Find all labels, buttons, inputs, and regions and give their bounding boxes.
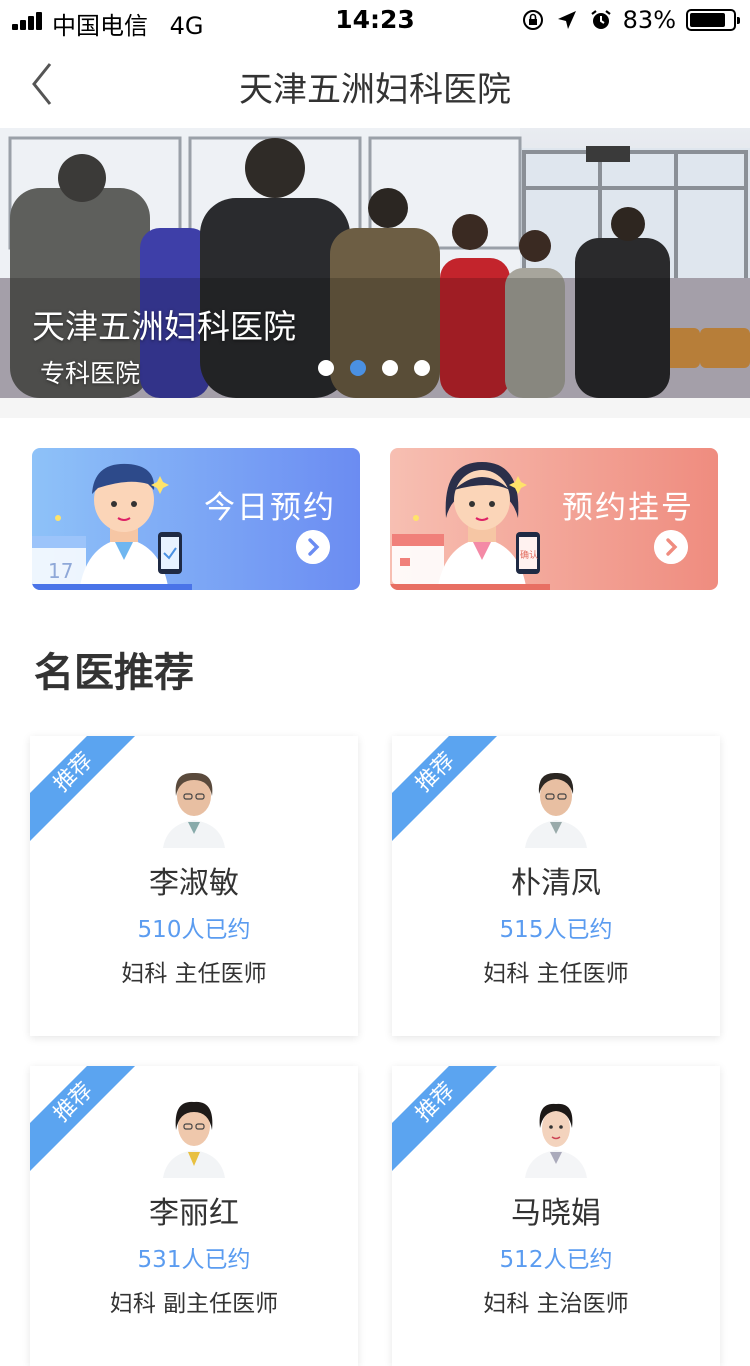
status-icons: 83% [521, 5, 740, 35]
doctor-name: 马晓娟 [511, 1196, 601, 1231]
doctor-card[interactable]: 推荐 李丽红 531人已约 妇科 副主任医师 [30, 1066, 358, 1366]
booked-count: 515人已约 [499, 917, 613, 943]
doctor-male-illustration: 17 [32, 463, 192, 590]
doctor-card[interactable]: 推荐 马晓娟 512人已约 妇科 主治医师 [392, 1066, 720, 1366]
alarm-icon [590, 10, 611, 29]
doctor-name: 李淑敏 [149, 866, 239, 901]
recommend-badge: 推荐 [392, 1066, 511, 1178]
recommend-badge: 推荐 [392, 736, 511, 848]
doctor-name: 李丽红 [149, 1196, 239, 1231]
doctor-department: 妇科 主任医师 [121, 961, 267, 987]
section-divider [0, 398, 750, 418]
banner-title: 天津五洲妇科医院 [32, 307, 296, 346]
hospital-banner[interactable]: 天津五洲妇科医院 专科医院 [0, 128, 750, 398]
doctor-avatar [163, 772, 225, 848]
doctor-card[interactable]: 推荐 李淑敏 510人已约 妇科 主任医师 [30, 736, 358, 1036]
chevron-right-icon[interactable] [654, 530, 688, 564]
doctor-avatar [163, 1101, 225, 1178]
location-arrow-icon [557, 11, 576, 29]
carousel-dot[interactable] [382, 360, 398, 376]
orientation-lock-icon [522, 10, 543, 30]
today-appointment-label: 今日预约 [204, 490, 336, 526]
carousel-dots [318, 360, 430, 376]
booked-count: 531人已约 [137, 1247, 251, 1273]
recommend-badge: 推荐 [30, 736, 149, 848]
nav-bar: 天津五洲妇科医院 [0, 40, 750, 128]
carousel-dot[interactable] [350, 360, 366, 376]
doctor-department: 妇科 主治医师 [483, 1291, 629, 1317]
section-title: 名医推荐 [34, 650, 194, 696]
doctor-name: 朴清凤 [511, 866, 601, 901]
doctor-department: 妇科 副主任医师 [109, 1291, 279, 1317]
doctor-card[interactable]: 推荐 朴清凤 515人已约 妇科 主任医师 [392, 736, 720, 1036]
phone-confirm-text: 确认 [520, 549, 538, 561]
book-appointment-label: 预约挂号 [562, 490, 694, 526]
banner-subtitle: 专科医院 [40, 359, 141, 388]
battery-percent: 83% [622, 6, 676, 34]
doctor-department: 妇科 主任医师 [483, 961, 629, 987]
booked-count: 510人已约 [137, 917, 251, 943]
page-title: 天津五洲妇科医院 [239, 70, 511, 110]
doctor-female-illustration: 确认 [390, 462, 550, 590]
today-appointment-card[interactable]: 17 今日预约 [32, 448, 360, 590]
battery-icon [686, 9, 740, 31]
doctor-avatar [525, 1103, 587, 1178]
status-bar: 中国电信 4G 14:23 83% [0, 0, 750, 40]
booked-count: 512人已约 [499, 1247, 613, 1273]
battery-fill [690, 13, 725, 27]
doctor-avatar [525, 772, 587, 848]
book-appointment-card[interactable]: 确认 预约挂号 [390, 448, 718, 590]
carousel-dot[interactable] [318, 360, 334, 376]
chevron-right-icon[interactable] [296, 530, 330, 564]
recommend-badge: 推荐 [30, 1066, 149, 1178]
carousel-dot[interactable] [414, 360, 430, 376]
calendar-day: 17 [48, 559, 73, 583]
